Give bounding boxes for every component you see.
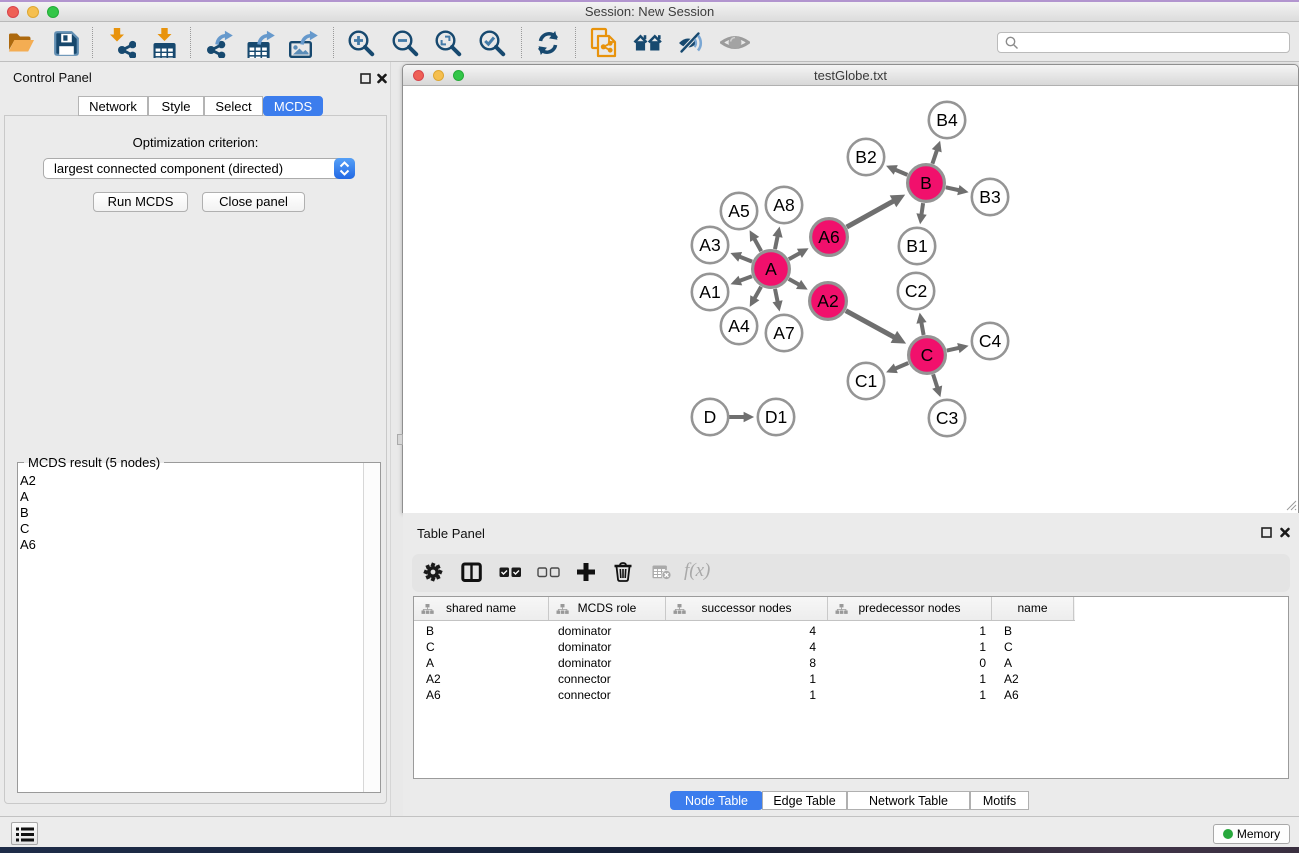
svg-text:C: C bbox=[921, 345, 934, 365]
svg-text:C1: C1 bbox=[855, 371, 877, 391]
svg-text:A6: A6 bbox=[818, 227, 839, 247]
svg-text:B1: B1 bbox=[906, 236, 927, 256]
svg-text:A4: A4 bbox=[728, 316, 750, 336]
svg-text:D1: D1 bbox=[765, 407, 787, 427]
svg-text:C2: C2 bbox=[905, 281, 927, 301]
svg-text:B4: B4 bbox=[936, 110, 958, 130]
svg-text:A2: A2 bbox=[817, 291, 838, 311]
svg-text:C3: C3 bbox=[936, 408, 958, 428]
svg-text:C4: C4 bbox=[979, 331, 1002, 351]
svg-text:A5: A5 bbox=[728, 201, 749, 221]
svg-text:A7: A7 bbox=[773, 323, 794, 343]
svg-text:A8: A8 bbox=[773, 195, 794, 215]
svg-text:D: D bbox=[704, 407, 717, 427]
svg-text:A: A bbox=[765, 259, 777, 279]
svg-text:B: B bbox=[920, 173, 932, 193]
svg-text:A3: A3 bbox=[699, 235, 720, 255]
svg-text:A1: A1 bbox=[699, 282, 720, 302]
svg-text:B2: B2 bbox=[855, 147, 876, 167]
svg-text:B3: B3 bbox=[979, 187, 1000, 207]
